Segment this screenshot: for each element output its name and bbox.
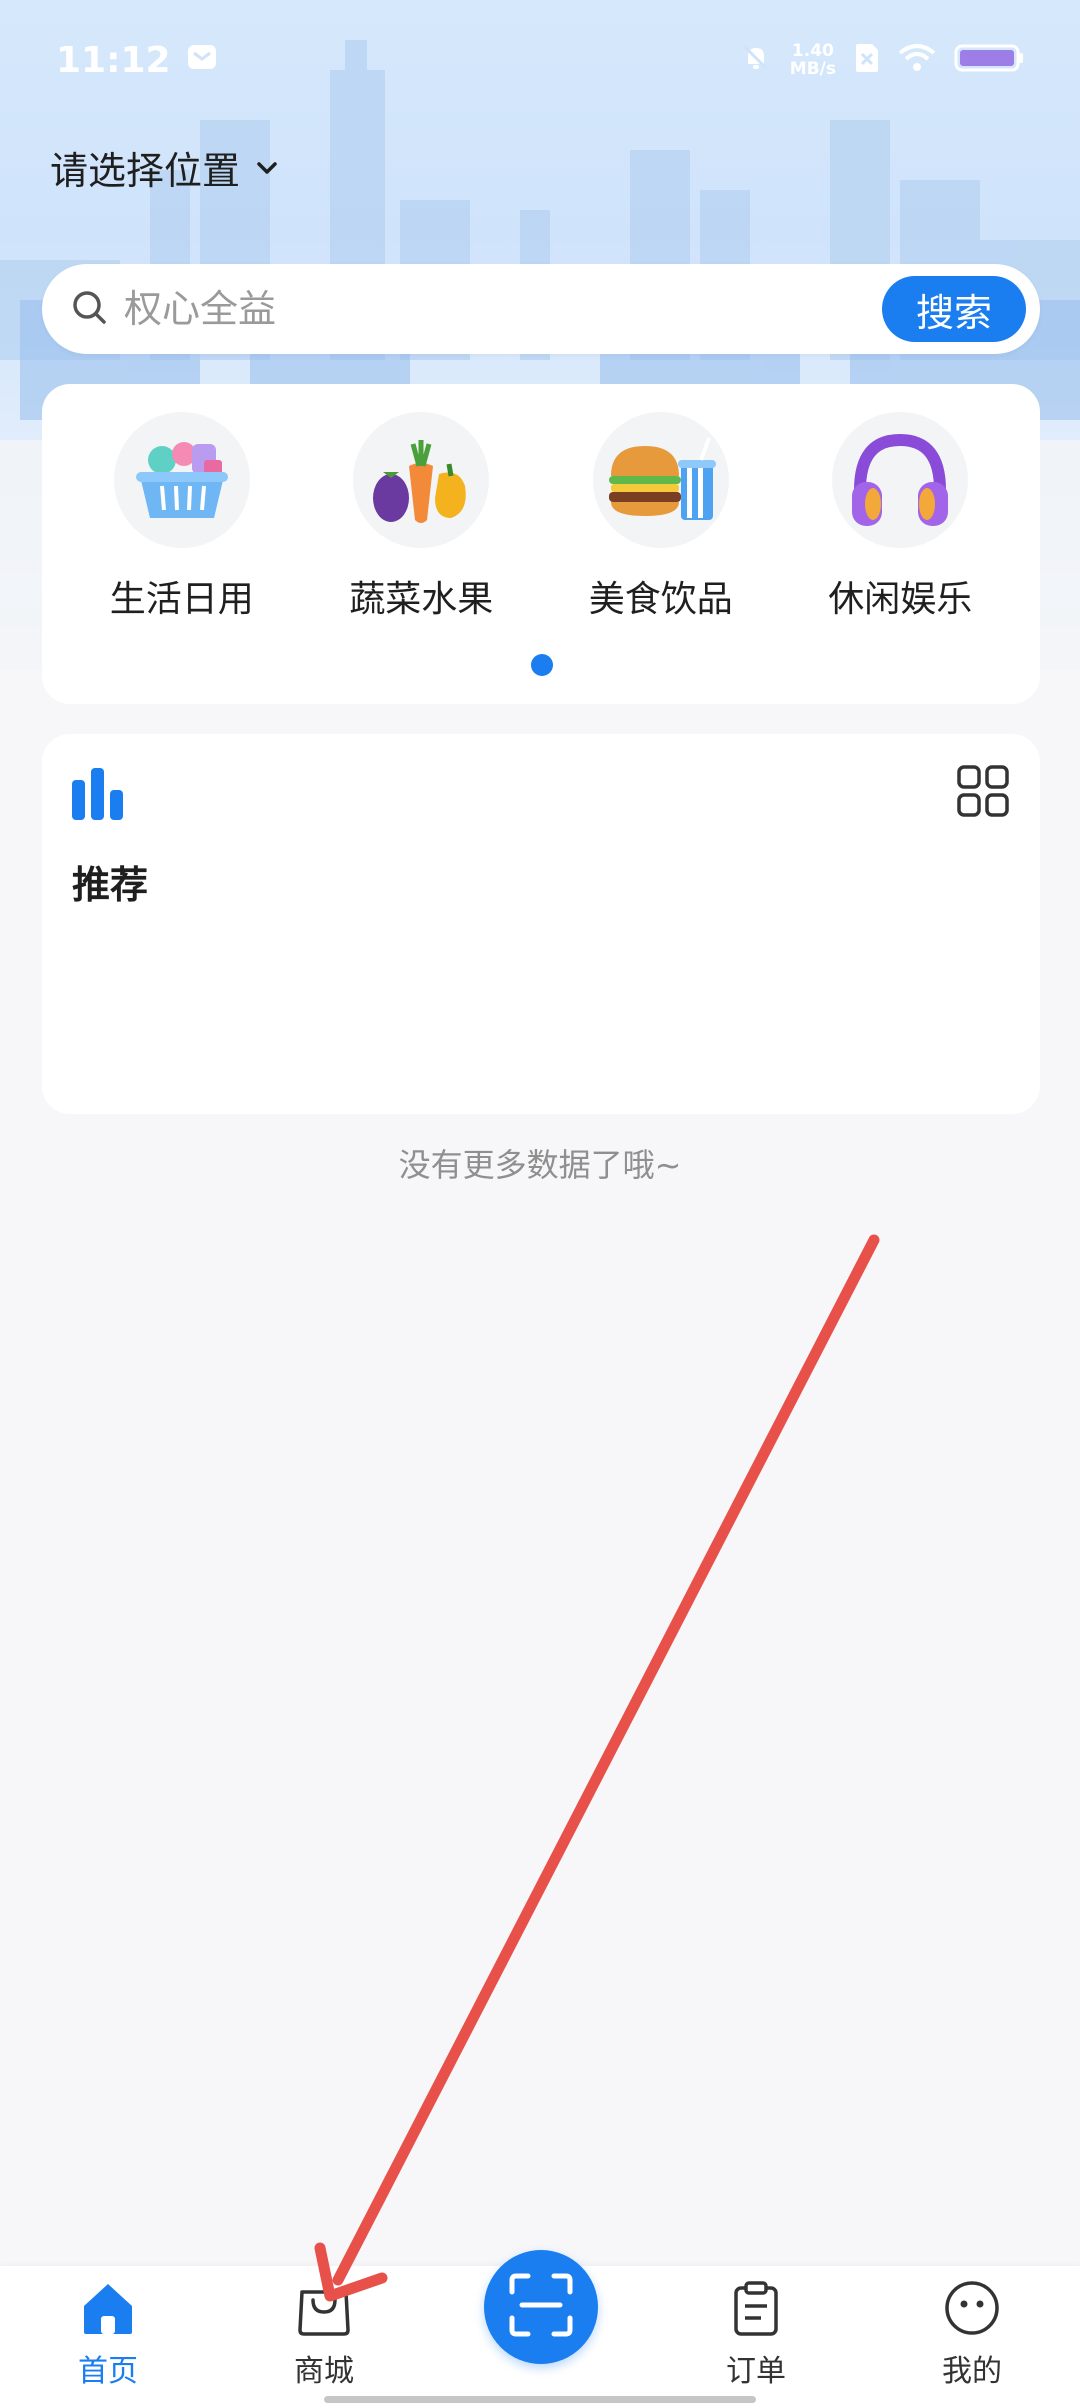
network-speed: 1.40 MB/s bbox=[789, 41, 836, 79]
burger-drink-icon bbox=[592, 412, 729, 548]
scan-icon bbox=[508, 2272, 574, 2342]
nav-label: 我的 bbox=[942, 2354, 1002, 2389]
nav-item-orders[interactable]: 订单 bbox=[676, 2280, 836, 2390]
headphones-icon bbox=[832, 412, 969, 548]
vegetables-icon bbox=[353, 412, 490, 548]
home-indicator bbox=[324, 2396, 756, 2403]
scan-button[interactable] bbox=[484, 2250, 598, 2364]
battery-icon bbox=[954, 42, 1024, 78]
category-label: 蔬菜水果 bbox=[349, 579, 494, 620]
category-item-daily[interactable]: 生活日用 bbox=[82, 412, 282, 622]
mute-icon bbox=[740, 42, 772, 78]
shopping-basket-icon bbox=[113, 412, 250, 548]
nav-item-mall[interactable]: 商城 bbox=[244, 2280, 404, 2390]
category-label: 生活日用 bbox=[109, 579, 254, 620]
recommend-card: 推荐 bbox=[42, 734, 1040, 1114]
nav-label: 订单 bbox=[726, 2354, 786, 2389]
nav-item-home[interactable]: 首页 bbox=[28, 2280, 188, 2390]
home-icon bbox=[78, 2280, 138, 2340]
shopping-bag-icon bbox=[294, 2280, 354, 2340]
status-bar: 11:12 1.40 MB/s bbox=[0, 0, 1080, 120]
pagination-dot bbox=[531, 654, 553, 676]
sim-icon bbox=[854, 42, 880, 78]
wifi-icon bbox=[898, 43, 936, 77]
no-more-data-text: 没有更多数据了哦~ bbox=[398, 1146, 682, 1184]
category-card: 生活日用 蔬菜水果 美食饮品 休闲娱乐 bbox=[42, 384, 1040, 704]
category-label: 休闲娱乐 bbox=[828, 579, 973, 620]
category-item-food[interactable]: 美食饮品 bbox=[561, 412, 761, 622]
category-item-leisure[interactable]: 休闲娱乐 bbox=[800, 412, 1000, 622]
search-bar: 搜索 bbox=[42, 264, 1040, 354]
clipboard-icon bbox=[726, 2280, 786, 2340]
search-icon bbox=[70, 288, 108, 330]
bar-chart-icon bbox=[68, 764, 128, 828]
nav-label: 商城 bbox=[294, 2354, 354, 2389]
status-time: 11:12 bbox=[56, 39, 171, 81]
chevron-down-icon bbox=[254, 146, 280, 190]
search-button[interactable]: 搜索 bbox=[882, 276, 1026, 342]
category-label: 美食饮品 bbox=[588, 579, 733, 620]
home-screen: 11:12 1.40 MB/s 请选择位置 权心全益 搜索 生活日用 蔬菜水果 … bbox=[0, 0, 1080, 2408]
grid-view-icon[interactable] bbox=[956, 764, 1010, 822]
location-selector[interactable]: 请选择位置 bbox=[50, 140, 280, 195]
mail-icon bbox=[187, 40, 217, 81]
search-input[interactable] bbox=[124, 287, 844, 331]
face-icon bbox=[942, 2280, 1002, 2340]
recommend-title: 推荐 bbox=[72, 863, 149, 907]
category-item-produce[interactable]: 蔬菜水果 bbox=[321, 412, 521, 622]
nav-item-mine[interactable]: 我的 bbox=[892, 2280, 1052, 2390]
location-label: 请选择位置 bbox=[50, 149, 241, 193]
nav-label: 首页 bbox=[78, 2354, 138, 2389]
